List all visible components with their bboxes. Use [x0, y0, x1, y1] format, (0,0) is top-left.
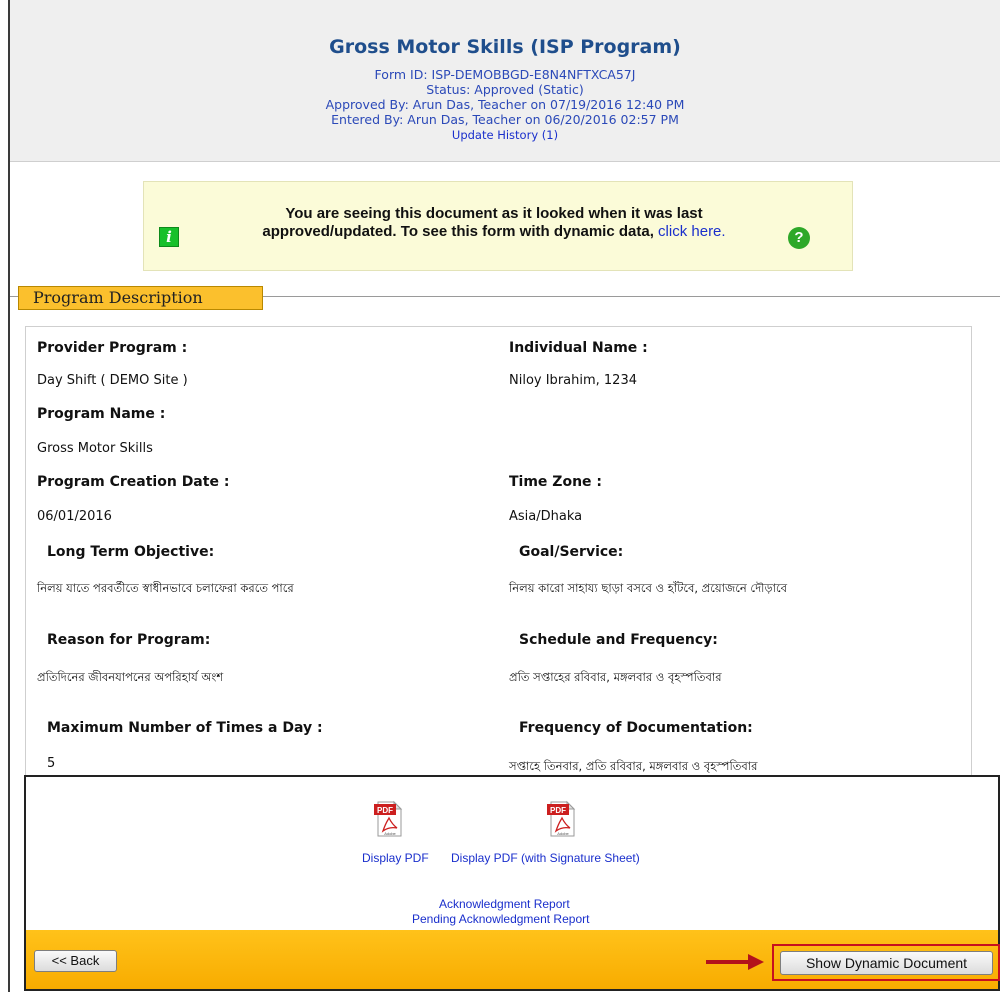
goal-service-label: Goal/Service:: [519, 544, 624, 560]
max-times-value: 5: [47, 756, 56, 771]
page-title: Gross Motor Skills (ISP Program): [329, 36, 681, 58]
long-term-objective-value: নিলয় যাতে পরবর্তীতে স্বাধীনভাবে চলাফেরা…: [37, 581, 294, 595]
show-dynamic-document-button[interactable]: Show Dynamic Document: [780, 951, 993, 975]
individual-name-value: Niloy Ibrahim, 1234: [509, 373, 637, 388]
info-icon: i: [159, 227, 179, 247]
goal-service-value: নিলয় কারো সাহায্য ছাড়া বসবে ও হাঁটবে, …: [509, 581, 787, 595]
section-title: Program Description: [18, 286, 263, 310]
update-history-link[interactable]: Update History (1): [452, 128, 558, 142]
creation-date-label: Program Creation Date :: [37, 474, 230, 490]
click-here-link[interactable]: click here.: [658, 223, 726, 240]
provider-program-label: Provider Program :: [37, 340, 188, 356]
static-document-notice: i You are seeing this document as it loo…: [143, 181, 853, 271]
program-name-label: Program Name :: [37, 406, 166, 422]
creation-date-value: 06/01/2016: [37, 509, 112, 524]
reason-label: Reason for Program:: [47, 632, 211, 648]
display-pdf-signature-link[interactable]: Display PDF (with Signature Sheet): [451, 851, 640, 865]
form-header: Gross Motor Skills (ISP Program) Form ID…: [10, 0, 1000, 162]
arrow-annotation: [706, 960, 752, 964]
reason-value: প্রতিদিনের জীবনযাপনের অপরিহার্য অংশ: [37, 670, 224, 684]
help-icon[interactable]: ?: [788, 227, 810, 249]
max-times-label: Maximum Number of Times a Day :: [47, 720, 323, 736]
time-zone-label: Time Zone :: [509, 474, 603, 490]
notice-message: You are seeing this document as it looke…: [214, 205, 774, 241]
schedule-label: Schedule and Frequency:: [519, 632, 718, 648]
document-actions-panel: PDF Adobe PDF Adobe Display PDF Display …: [24, 775, 1000, 991]
svg-text:PDF: PDF: [377, 806, 393, 815]
time-zone-value: Asia/Dhaka: [509, 509, 583, 524]
notice-line-2: approved/updated. To see this form with …: [262, 223, 654, 240]
form-id: Form ID: ISP-DEMOBBGD-E8N4NFTXCA57J: [374, 67, 636, 82]
display-pdf-link[interactable]: Display PDF: [362, 851, 429, 865]
doc-frequency-label: Frequency of Documentation:: [519, 720, 753, 736]
highlight-box: Show Dynamic Document: [772, 944, 1000, 981]
long-term-objective-label: Long Term Objective:: [47, 544, 215, 560]
entered-by: Entered By: Arun Das, Teacher on 06/20/2…: [331, 112, 679, 127]
svg-text:PDF: PDF: [550, 806, 566, 815]
program-description-panel: Provider Program : Day Shift ( DEMO Site…: [25, 326, 972, 786]
individual-name-label: Individual Name :: [509, 340, 648, 356]
pending-acknowledgment-report-link[interactable]: Pending Acknowledgment Report: [412, 912, 589, 926]
pdf-signature-icon[interactable]: PDF Adobe: [547, 798, 577, 838]
provider-program-value: Day Shift ( DEMO Site ): [37, 373, 188, 388]
back-button[interactable]: << Back: [34, 950, 117, 972]
notice-line-1: You are seeing this document as it looke…: [285, 205, 703, 222]
arrow-head-icon: [748, 954, 764, 970]
program-name-value: Gross Motor Skills: [37, 441, 153, 456]
pdf-icon[interactable]: PDF Adobe: [374, 798, 404, 838]
svg-text:Adobe: Adobe: [384, 831, 396, 836]
schedule-value: প্রতি সপ্তাহের রবিবার, মঙ্গলবার ও বৃহস্প…: [509, 670, 722, 684]
form-meta: Form ID: ISP-DEMOBBGD-E8N4NFTXCA57J Stat…: [10, 67, 1000, 143]
approved-by: Approved By: Arun Das, Teacher on 07/19/…: [325, 97, 685, 112]
acknowledgment-report-link[interactable]: Acknowledgment Report: [439, 897, 570, 911]
svg-text:Adobe: Adobe: [557, 831, 569, 836]
form-status: Status: Approved (Static): [426, 82, 584, 97]
